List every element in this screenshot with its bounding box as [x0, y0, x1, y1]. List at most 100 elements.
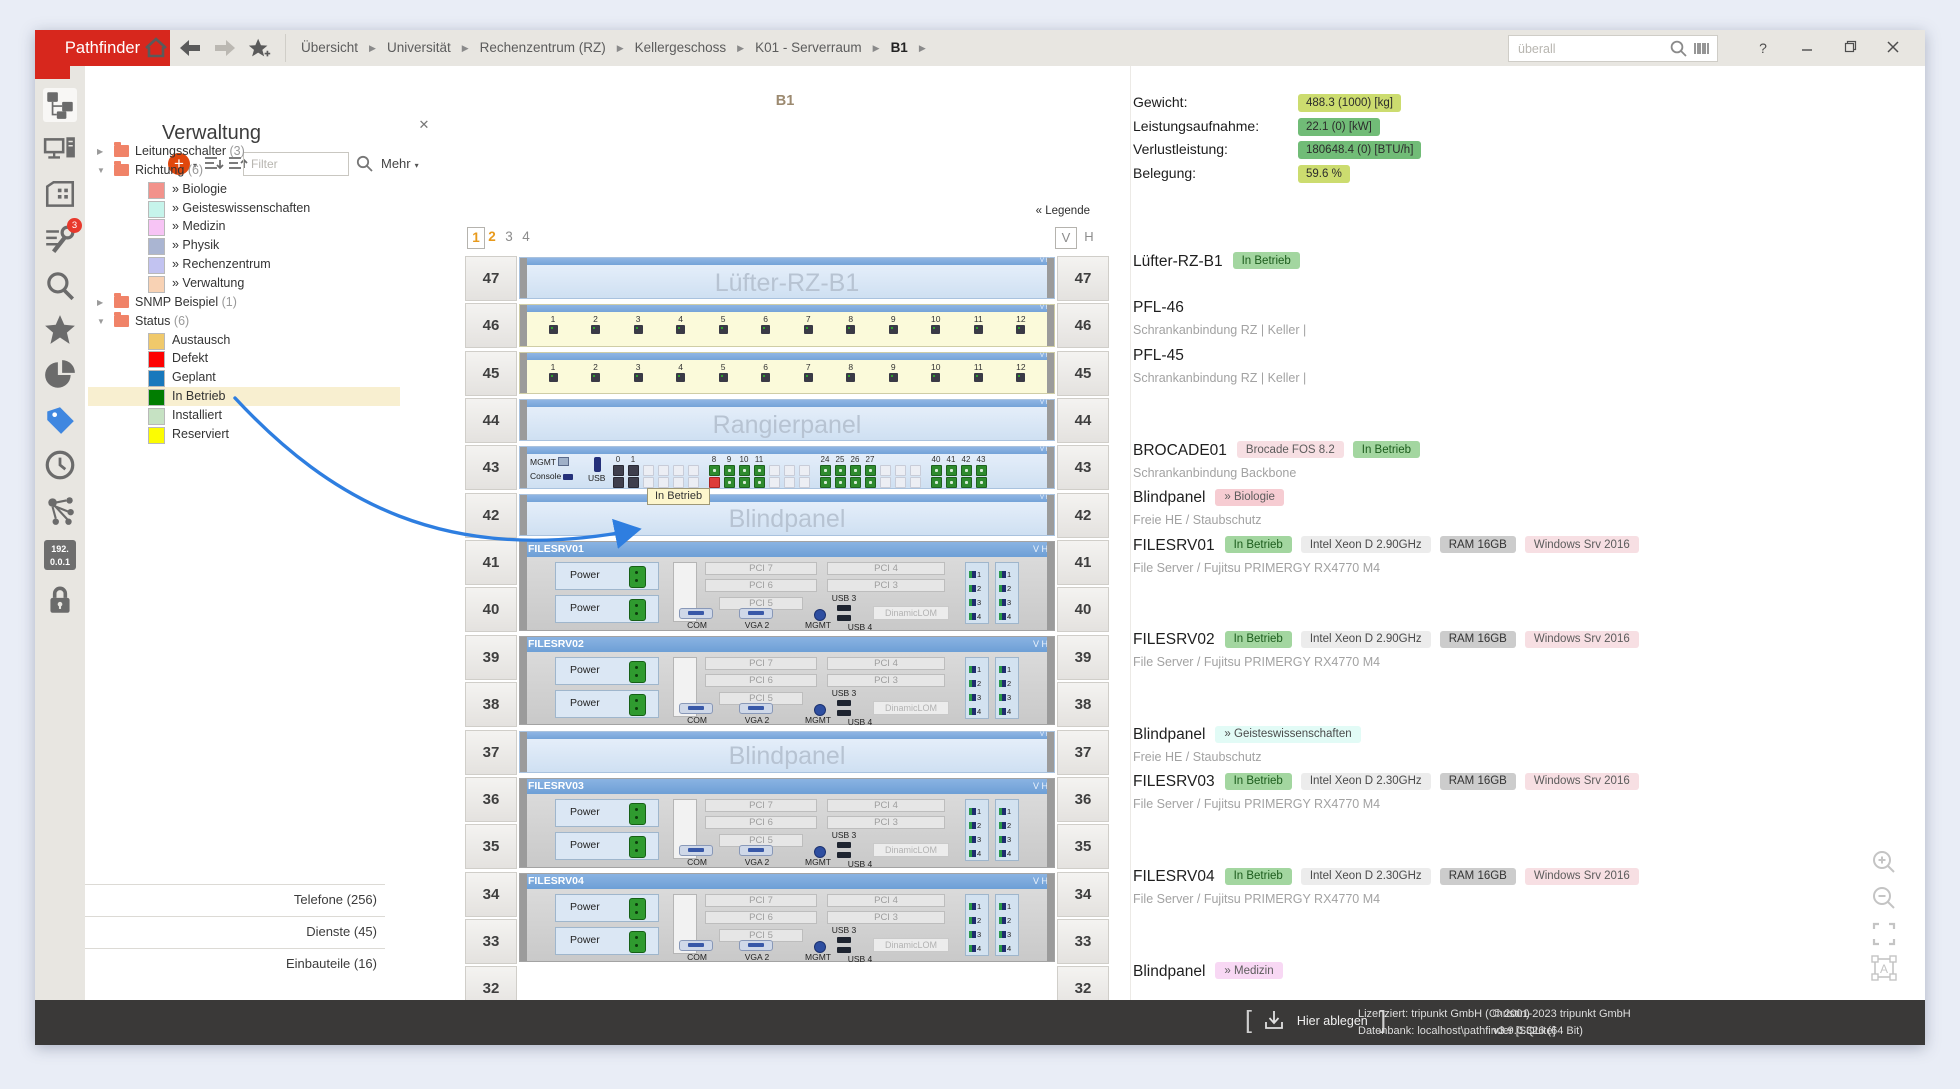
switch-port-43[interactable]: 43 — [975, 455, 987, 488]
tree-item-geplant[interactable]: Geplant — [88, 368, 400, 387]
tree-folder-richtung[interactable]: ▼Richtung (6) — [88, 161, 400, 180]
tree-item-geisteswissenschaften[interactable]: » Geisteswissenschaften — [88, 199, 400, 218]
pci-slot[interactable]: PCI 4 — [827, 657, 945, 670]
fit-view-icon[interactable] — [1870, 920, 1898, 948]
patch-port-10[interactable]: 10 — [927, 314, 945, 341]
view-button-v[interactable]: V — [1055, 227, 1077, 249]
lan-port-block[interactable]: 1234 — [995, 894, 1019, 956]
tree-item-installiert[interactable]: Installiert — [88, 406, 400, 425]
zoom-in-icon[interactable] — [1870, 848, 1898, 876]
patch-port-10[interactable]: 10 — [927, 362, 945, 389]
rack-tab-2[interactable]: 2 — [484, 227, 500, 247]
tree-folder-leitungsschalter[interactable]: ▶Leitungsschalter (3) — [88, 142, 400, 161]
legend-toggle[interactable]: « Legende — [985, 205, 1090, 217]
patch-port-2[interactable]: 2 — [587, 362, 605, 389]
search-icon[interactable] — [1669, 39, 1688, 58]
patch-port-6[interactable]: 6 — [757, 362, 775, 389]
switch-port-40[interactable]: 40 — [930, 455, 942, 488]
switch-port-9[interactable]: 9 — [723, 455, 735, 488]
patch-port-8[interactable]: 8 — [842, 362, 860, 389]
tree-item-in-betrieb[interactable]: In Betrieb — [88, 387, 400, 406]
section-telefone-256[interactable]: Telefone (256) — [85, 884, 385, 914]
patch-port-2[interactable]: 2 — [587, 314, 605, 341]
breadcrumb-item-b1[interactable]: B1 — [891, 40, 908, 55]
switch-port-26[interactable]: 26 — [849, 455, 861, 488]
unit-patch-panel-row46[interactable]: V H123456789101112 — [519, 304, 1055, 346]
patch-port-1[interactable]: 1 — [544, 314, 562, 341]
power-supply-1[interactable]: Power — [555, 657, 659, 685]
patch-port-7[interactable]: 7 — [799, 314, 817, 341]
patch-port-3[interactable]: 3 — [629, 314, 647, 341]
power-supply-1[interactable]: Power — [555, 894, 659, 922]
vga-port-icon[interactable] — [739, 940, 773, 951]
switch-port-8[interactable]: 8 — [708, 455, 720, 488]
switch-port-25[interactable]: 25 — [834, 455, 846, 488]
minimize-button[interactable] — [1792, 35, 1822, 61]
patch-port-12[interactable]: 12 — [1012, 314, 1030, 341]
usb3-port-icon[interactable] — [837, 937, 851, 943]
hierarchy-icon[interactable] — [43, 88, 77, 122]
pci-slot[interactable]: PCI 3 — [827, 579, 945, 592]
rack-tab-3[interactable]: 3 — [501, 227, 517, 247]
unit-switch-row43[interactable]: V HMGMTConsoleUSB01 891011 24252627 4041… — [519, 446, 1055, 488]
pci-slot[interactable]: PCI 3 — [827, 816, 945, 829]
power-supply-1[interactable]: Power — [555, 562, 659, 590]
patch-port-6[interactable]: 6 — [757, 314, 775, 341]
tree-item-verwaltung[interactable]: » Verwaltung — [88, 274, 400, 293]
usb4-port-icon[interactable] — [837, 710, 851, 716]
patch-port-3[interactable]: 3 — [629, 362, 647, 389]
switch-port-42[interactable]: 42 — [960, 455, 972, 488]
com-port-icon[interactable] — [679, 940, 713, 951]
pci-slot[interactable]: PCI 4 — [827, 799, 945, 812]
unit-blindpanel-row37[interactable]: V HBlindpanel — [519, 731, 1055, 773]
devices-icon[interactable] — [43, 133, 77, 167]
usb4-port-icon[interactable] — [837, 852, 851, 858]
entry-title[interactable]: FILESRV04 — [1133, 868, 1215, 885]
unit-rangierpanel-row44[interactable]: V HRangierpanel — [519, 399, 1055, 441]
entry-title[interactable]: PFL-46 — [1133, 299, 1184, 316]
collapsed-icon[interactable]: ▶ — [97, 142, 103, 161]
unit-blindpanel-row42[interactable]: V HBlindpanel — [519, 494, 1055, 536]
breadcrumb-item-k01-serverraum[interactable]: K01 - Serverraum — [755, 40, 862, 55]
entry-title[interactable]: Blindpanel — [1133, 489, 1205, 506]
switch-port-41[interactable]: 41 — [945, 455, 957, 488]
unit-view-buttons[interactable]: V H — [1033, 779, 1048, 794]
lock-icon[interactable] — [43, 583, 77, 617]
lan-port-block[interactable]: 1234 — [965, 562, 989, 624]
usb3-port-icon[interactable] — [837, 700, 851, 706]
entry-title[interactable]: BROCADE01 — [1133, 442, 1227, 459]
breadcrumb-item-übersicht[interactable]: Übersicht — [301, 40, 358, 55]
entry-title[interactable]: FILESRV01 — [1133, 537, 1215, 554]
close-button[interactable] — [1878, 35, 1908, 61]
unit-server-filesrv02[interactable]: FILESRV02V HPowerPowerPCI 7PCI 6PCI 5PCI… — [519, 636, 1055, 726]
entry-title[interactable]: PFL-45 — [1133, 347, 1184, 364]
floorplan-icon[interactable] — [43, 178, 77, 212]
pci-slot[interactable]: PCI 4 — [827, 894, 945, 907]
lom-slot[interactable]: DinamicLOM — [873, 606, 949, 620]
lom-slot[interactable]: DinamicLOM — [873, 701, 949, 715]
pci-slot[interactable]: PCI 3 — [827, 911, 945, 924]
patch-port-8[interactable]: 8 — [842, 314, 860, 341]
vga-port-icon[interactable] — [739, 608, 773, 619]
lan-port-block[interactable]: 1234 — [965, 657, 989, 719]
usb4-port-icon[interactable] — [837, 947, 851, 953]
patch-port-12[interactable]: 12 — [1012, 362, 1030, 389]
pci-slot[interactable]: PCI 6 — [705, 674, 817, 687]
pci-slot[interactable]: PCI 7 — [705, 894, 817, 907]
entry-title[interactable]: Blindpanel — [1133, 963, 1205, 980]
switch-port-24[interactable]: 24 — [819, 455, 831, 488]
search-input[interactable] — [1516, 38, 1670, 59]
lom-slot[interactable]: DinamicLOM — [873, 843, 949, 857]
expanded-icon[interactable]: ▼ — [97, 161, 105, 180]
pci-slot[interactable]: PCI 3 — [827, 674, 945, 687]
topology-icon[interactable] — [43, 493, 77, 527]
tree-item-medizin[interactable]: » Medizin — [88, 217, 400, 236]
forward-icon[interactable] — [212, 36, 238, 60]
unit-patch-panel-row45[interactable]: V H123456789101112 — [519, 352, 1055, 394]
power-supply-1[interactable]: Power — [555, 799, 659, 827]
pci-slot[interactable]: PCI 6 — [705, 911, 817, 924]
zoom-out-icon[interactable] — [1870, 884, 1898, 912]
switch-port-10[interactable]: 10 — [738, 455, 750, 488]
auto-label-icon[interactable]: A — [1870, 954, 1898, 982]
tree-item-defekt[interactable]: Defekt — [88, 349, 400, 368]
